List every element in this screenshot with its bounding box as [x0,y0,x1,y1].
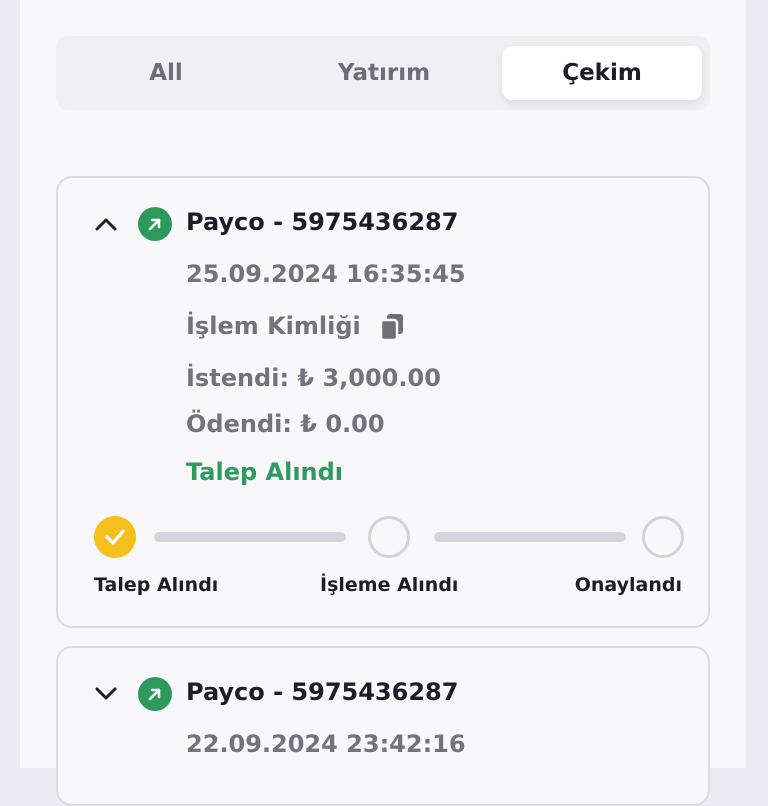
transaction-date: 25.09.2024 16:35:45 [186,260,466,288]
tab-yatirim[interactable]: Yatırım [275,46,493,100]
copy-icon[interactable] [378,312,406,342]
requested-amount: İstendi: ₺ 3,000.00 [186,364,441,392]
arrow-up-right-icon [138,677,172,711]
check-icon [105,529,125,545]
transaction-title: Payco - 5975436287 [186,208,459,236]
transactions-panel: All Yatırım Çekim Payco - 5975436287 25.… [20,0,746,806]
progress-connector [154,532,346,542]
transaction-card[interactable]: Payco - 5975436287 22.09.2024 23:42:16 [56,646,710,806]
tab-cekim[interactable]: Çekim [502,46,702,100]
chevron-down-icon[interactable] [92,680,120,708]
tab-all[interactable]: All [66,46,266,100]
step-pending-indicator [642,516,684,558]
status-text: Talep Alındı [186,458,344,486]
transaction-date: 22.09.2024 23:42:16 [186,730,466,758]
transaction-title: Payco - 5975436287 [186,678,459,706]
transaction-card: Payco - 5975436287 25.09.2024 16:35:45 İ… [56,176,710,628]
arrow-up-right-icon [138,207,172,241]
step-label: İşleme Alındı [320,574,459,596]
transaction-id-label: İşlem Kimliği [186,312,361,340]
chevron-up-icon[interactable] [92,210,120,238]
step-pending-indicator [368,516,410,558]
step-label: Talep Alındı [94,574,219,596]
step-done-indicator [94,516,136,558]
transaction-type-tabs: All Yatırım Çekim [56,36,710,110]
paid-amount: Ödendi: ₺ 0.00 [186,410,385,438]
progress-connector [434,532,626,542]
step-label: Onaylandı [574,574,682,596]
